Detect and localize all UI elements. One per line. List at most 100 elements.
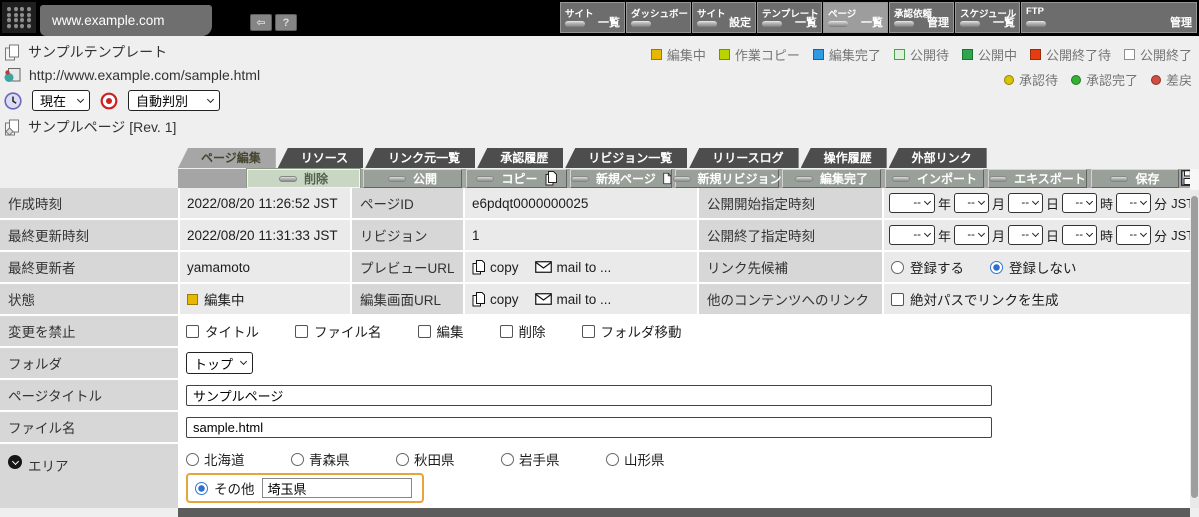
forbid-edit-option[interactable]: 編集 (417, 321, 464, 341)
forbid-title-option[interactable]: タイトル (186, 321, 259, 341)
legend-label: 作業コピー (734, 48, 800, 63)
button-pill-icon (1110, 175, 1129, 182)
select-value: -- (913, 229, 921, 241)
nav-dashboard[interactable]: ダッシュボード (626, 2, 691, 33)
edit-copy-link[interactable]: copy (472, 291, 519, 307)
edit-complete-button[interactable]: 編集完了 (782, 169, 881, 188)
select-value: -- (1129, 229, 1138, 241)
button-pill-icon (476, 175, 495, 182)
area-option-iwate[interactable]: 岩手県 (501, 449, 606, 469)
publish-button[interactable]: 公開 (363, 169, 462, 188)
approval-circle-icon (1070, 74, 1081, 85)
legend-label: 承認完了 (1085, 73, 1138, 88)
nav-bottom-label: 一覧 (861, 17, 883, 29)
preview-mail-link[interactable]: mail to ... (534, 260, 611, 275)
area-option-hokkaido[interactable]: 北海道 (186, 449, 291, 469)
status-editing-square-icon (187, 293, 198, 305)
nav-site-list[interactable]: サイト 一覧 (560, 2, 625, 33)
day-select[interactable]: -- (1008, 193, 1044, 213)
current-site-tab[interactable]: www.example.com (40, 5, 212, 36)
judge-mode-select[interactable]: 自動判別 (128, 90, 220, 111)
button-pill-icon (672, 175, 691, 182)
link-candidate-label: リンク先候補 (699, 252, 882, 282)
abs-path-option[interactable]: 絶対パスでリンクを生成 (891, 289, 1059, 309)
page-title-input[interactable] (186, 384, 992, 406)
tab-resource[interactable]: リソース (277, 148, 364, 168)
status-legend: 編集中 作業コピー 編集完了 公開待 公開中 公開終了待 公開終了 (650, 45, 1192, 64)
forbid-delete-option[interactable]: 削除 (499, 321, 546, 341)
button-label: 保存 (1135, 172, 1160, 186)
month-select[interactable]: -- (954, 193, 990, 213)
register-no-option[interactable]: 登録しない (990, 257, 1077, 277)
delete-button[interactable]: 削除 (247, 169, 360, 188)
nav-bottom-label: 一覧 (598, 17, 620, 29)
help-button[interactable]: ? (275, 14, 297, 31)
area-option-other[interactable]: その他 (195, 478, 255, 498)
radio-selected-icon (990, 260, 1003, 274)
export-button[interactable]: エキスポート (988, 169, 1087, 188)
preview-copy-link[interactable]: copy (472, 259, 519, 275)
file-name-label: ファイル名 (0, 412, 178, 442)
revision-value: 1 (465, 220, 697, 250)
mail-link-label: mail to ... (556, 291, 612, 307)
chevron-down-icon (206, 95, 215, 103)
folder-label: フォルダ (0, 348, 178, 378)
register-yes-option[interactable]: 登録する (891, 257, 964, 277)
page-revision-icon (5, 119, 19, 136)
legend-label: 公開中 (977, 48, 1017, 63)
file-name-input[interactable] (186, 416, 992, 438)
nav-template-list[interactable]: テンプレート 一覧 (757, 2, 822, 33)
hour-select[interactable]: -- (1062, 225, 1098, 245)
scrollbar-thumb[interactable] (1191, 196, 1198, 498)
copy-pages-icon (472, 259, 485, 274)
year-select[interactable]: -- (889, 225, 935, 245)
save-button[interactable]: 保存 (1091, 169, 1179, 188)
tab-external-link[interactable]: 外部リンク (888, 148, 987, 168)
button-label: インポート (916, 172, 977, 186)
area-option-aomori[interactable]: 青森県 (291, 449, 396, 469)
area-option-yamagata[interactable]: 山形県 (606, 449, 711, 469)
minute-select[interactable]: -- (1116, 193, 1152, 213)
page-title-label: ページタイトル (0, 380, 178, 410)
tab-approval-history[interactable]: 承認履歴 (477, 148, 564, 168)
nav-ftp-admin[interactable]: FTP 管理 (1021, 2, 1197, 33)
app-grid-icon[interactable] (2, 2, 36, 33)
area-option-akita[interactable]: 秋田県 (396, 449, 501, 469)
created-time-value: 2022/08/20 11:26:52 JST (180, 188, 350, 218)
template-row: サンプルテンプレート (4, 42, 167, 62)
day-select[interactable]: -- (1008, 225, 1044, 245)
copy-button[interactable]: コピー (466, 169, 567, 188)
tab-page-edit[interactable]: ページ編集 (178, 148, 276, 168)
radio-unselected-icon (891, 260, 904, 274)
tab-link-source-list[interactable]: リンク元一覧 (365, 148, 476, 168)
new-page-button[interactable]: 新規ページ (570, 169, 672, 188)
button-label: 新規リビジョン (697, 172, 782, 186)
button-pill-icon (571, 175, 589, 182)
forbid-filename-option[interactable]: ファイル名 (295, 321, 382, 341)
status-label: 状態 (0, 284, 178, 314)
chevron-down-icon (1086, 197, 1094, 206)
chevron-down-icon (977, 197, 986, 206)
hour-select[interactable]: -- (1062, 193, 1098, 213)
import-button[interactable]: インポート (885, 169, 984, 188)
folder-select[interactable]: トップ (186, 352, 254, 374)
month-select[interactable]: -- (954, 225, 990, 245)
nav-approval-request-admin[interactable]: 承認依頼 管理 (889, 2, 954, 33)
collapse-toggle-icon[interactable] (8, 455, 22, 469)
edit-mail-link[interactable]: mail to ... (534, 291, 612, 307)
new-revision-button[interactable]: 新規リビジョン (672, 169, 782, 188)
year-select[interactable]: -- (889, 193, 935, 213)
back-button[interactable]: ⇦ (250, 14, 272, 31)
tab-operation-history[interactable]: 操作履歴 (800, 148, 887, 168)
forbid-folder-move-option[interactable]: フォルダ移動 (581, 321, 682, 341)
nav-schedule-list[interactable]: スケジュール 一覧 (955, 2, 1020, 33)
template-name: サンプルテンプレート (28, 44, 168, 60)
area-prefecture-row: 北海道 青森県 秋田県 岩手県 山形県 (186, 449, 711, 469)
tab-release-log[interactable]: リリースログ (689, 148, 799, 168)
nav-site-settings[interactable]: サイト 設定 (692, 2, 756, 33)
nav-page-list[interactable]: ページ 一覧 (823, 2, 888, 33)
tab-revision-list[interactable]: リビジョン一覧 (565, 148, 688, 168)
area-other-input[interactable] (261, 478, 412, 498)
minute-select[interactable]: -- (1116, 225, 1152, 245)
revision-time-select[interactable]: 現在 (32, 90, 90, 111)
